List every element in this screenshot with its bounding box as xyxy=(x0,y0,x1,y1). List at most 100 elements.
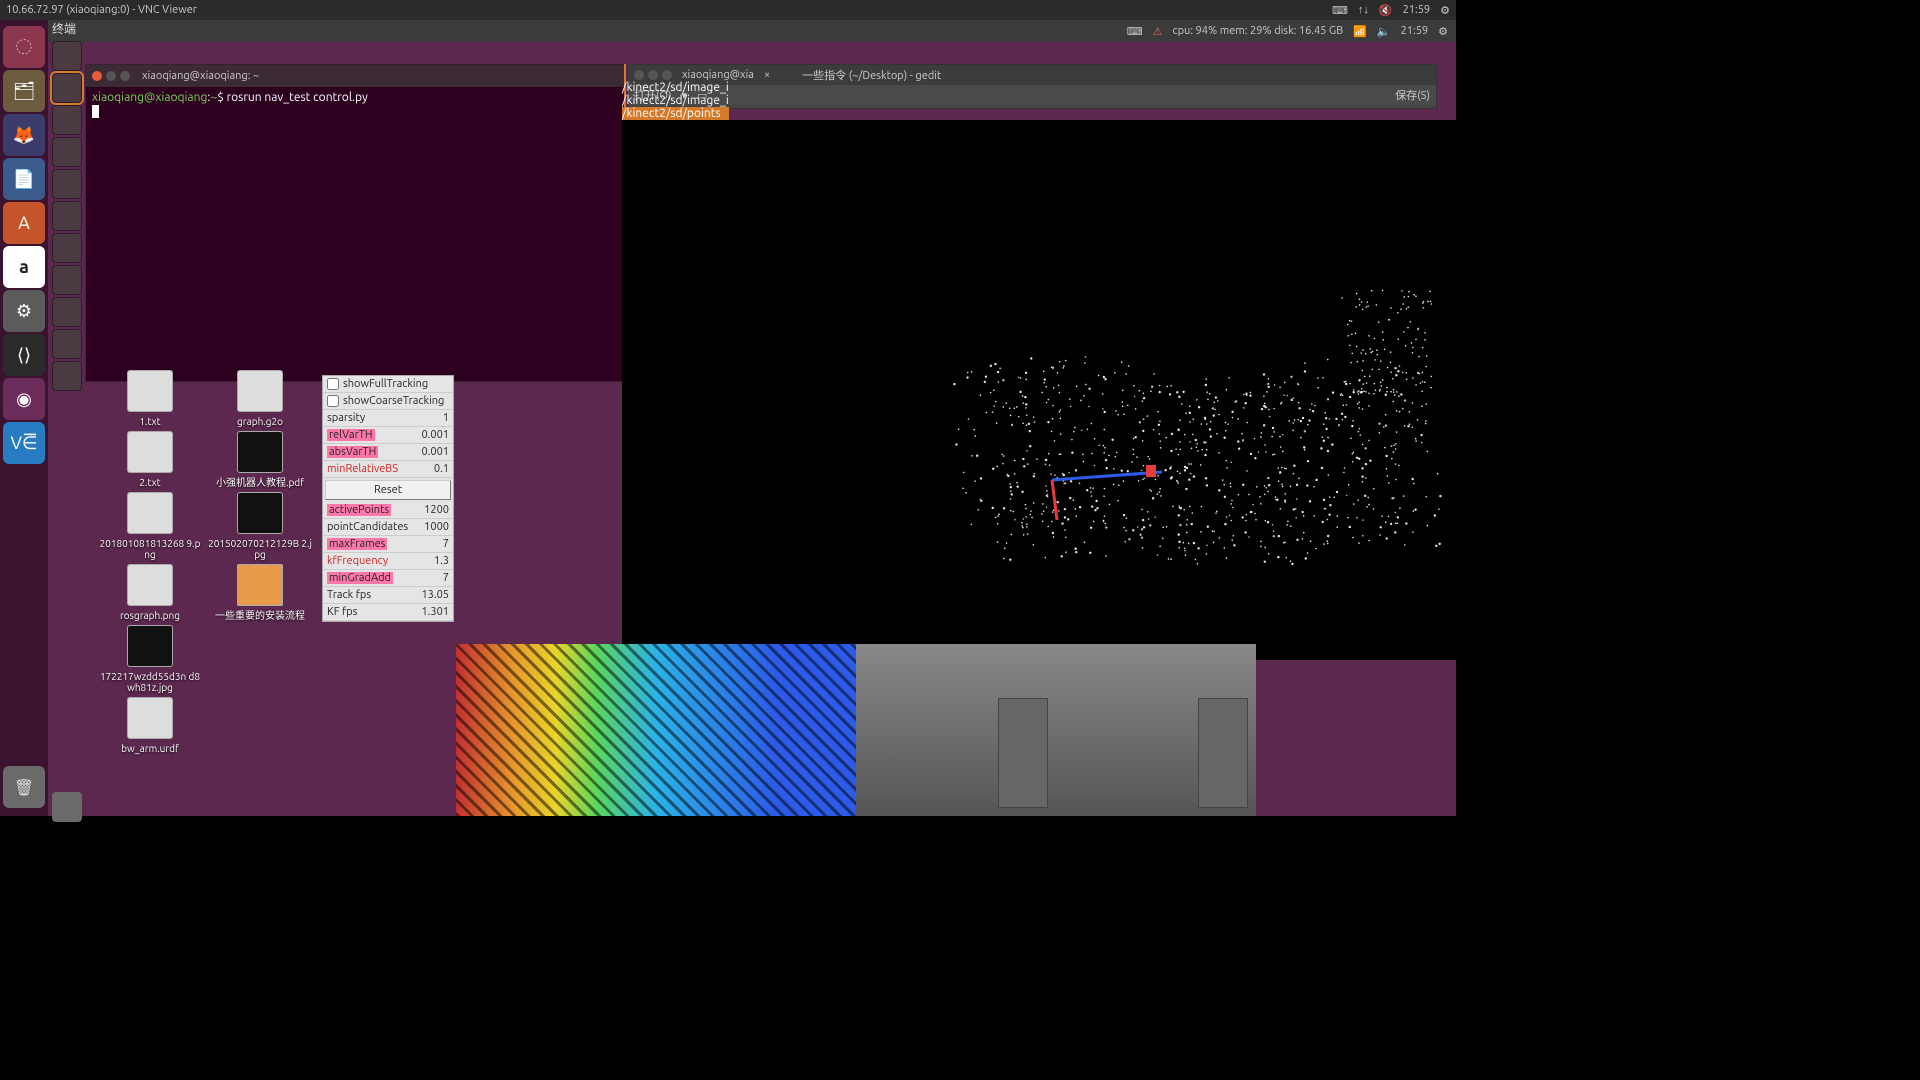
sec-files-icon[interactable] xyxy=(52,73,82,103)
sec-help-icon[interactable] xyxy=(52,329,82,359)
launcher-software-icon[interactable]: A xyxy=(3,202,45,244)
close-icon[interactable] xyxy=(92,71,102,81)
panel-clock: 21:59 xyxy=(1401,25,1429,38)
preview-strip xyxy=(456,644,1256,816)
dso-params-panel[interactable]: showFullTracking showCoarseTracking spar… xyxy=(322,375,454,622)
gedit-tab-close-icon[interactable]: × xyxy=(764,69,770,81)
topic-line: /kinect2/sd/image_i xyxy=(622,81,729,94)
terminal-window[interactable]: xiaoqiang@xiaoqiang: ~ xiaoqiang@xiaoqia… xyxy=(85,64,625,382)
pointcloud-svg xyxy=(622,120,1442,660)
launcher-files-icon[interactable]: 🗂 xyxy=(3,70,45,112)
desktop-file[interactable]: graph.g2o xyxy=(208,370,312,427)
desktop-file[interactable]: 1.txt xyxy=(98,370,202,427)
gedit-min-icon[interactable] xyxy=(648,70,658,80)
terminal-command: rosrun nav_test control.py xyxy=(227,91,368,104)
terminal-cursor xyxy=(92,105,99,118)
indicator-gear-icon[interactable]: ⚙ xyxy=(1438,25,1448,38)
gedit-close-icon[interactable] xyxy=(634,70,644,80)
indicator-volume-icon[interactable]: 🔈 xyxy=(1377,25,1391,38)
launcher-vnc-icon[interactable]: V⋶ xyxy=(3,422,45,464)
sec-search-icon[interactable] xyxy=(52,41,82,71)
axis-z xyxy=(1052,480,1057,520)
param-row[interactable]: minRelativeBS0.1 xyxy=(323,461,453,478)
checkbox[interactable] xyxy=(327,395,339,407)
maximize-icon[interactable] xyxy=(120,71,130,81)
gedit-toolbar: 打开(O) ▾ ▭ 保存(S) xyxy=(628,85,1436,105)
desktop-file[interactable]: 一些重要的安装流程 xyxy=(208,564,312,621)
axis-x xyxy=(1052,472,1162,480)
sec-screenshot-icon[interactable] xyxy=(52,265,82,295)
launcher-amazon-icon[interactable]: a xyxy=(3,246,45,288)
param-row[interactable]: kfFrequency1.3 xyxy=(323,553,453,570)
sec-chrome-icon[interactable] xyxy=(52,169,82,199)
network-icon: ↑↓ xyxy=(1358,4,1369,16)
top-panel: 终端 ⌨ ⚠ cpu: 94% mem: 29% disk: 16.45 GB … xyxy=(0,20,1456,42)
param-row[interactable]: relVarTH0.001 xyxy=(323,427,453,444)
desktop-icons: 1.txt2.txt201801081813268 9.pngrosgraph.… xyxy=(95,370,320,758)
minimize-icon[interactable] xyxy=(106,71,116,81)
param-row[interactable]: sparsity1 xyxy=(323,410,453,427)
checkbox[interactable] xyxy=(327,378,339,390)
indicator-warning-icon[interactable]: ⚠ xyxy=(1153,25,1163,38)
terminal-line: xiaoqiang@xiaoqiang:~$ rosrun nav_test c… xyxy=(92,91,618,104)
launcher-dash-icon[interactable]: ◌ xyxy=(3,26,45,68)
param-row[interactable]: absVarTH0.001 xyxy=(323,444,453,461)
vnc-title: 10.66.72.97 (xiaoqiang:0) - VNC Viewer xyxy=(6,4,197,16)
launcher-media-icon[interactable]: ◉ xyxy=(3,378,45,420)
launcher-firefox-icon[interactable]: 🦊 xyxy=(3,114,45,156)
desktop-file[interactable]: 201502070212129B 2.jpg xyxy=(208,492,312,560)
gedit-max-icon[interactable] xyxy=(662,70,672,80)
indicator-wifi-icon[interactable]: 📶 xyxy=(1353,25,1367,38)
stat-row: Track fps13.05 xyxy=(323,587,453,604)
active-app-menu[interactable]: 终端 xyxy=(52,20,76,37)
launcher-vscode-icon[interactable]: ⟨⟩ xyxy=(3,334,45,376)
terminal-titlebar[interactable]: xiaoqiang@xiaoqiang: ~ xyxy=(86,65,624,87)
launcher-settings-icon[interactable]: ⚙ xyxy=(3,290,45,332)
gedit-titlebar[interactable]: xiaoqiang@xia × 一些指令 (~/Desktop) - gedit xyxy=(628,65,1436,85)
param-row[interactable]: pointCandidates1000 xyxy=(323,519,453,536)
camera-marker xyxy=(1146,465,1156,477)
indicator-keyboard-icon[interactable]: ⌨ xyxy=(1127,25,1143,38)
param-row[interactable]: activePoints1200 xyxy=(323,502,453,519)
param-row[interactable]: minGradAdd7 xyxy=(323,570,453,587)
sec-term2-icon[interactable] xyxy=(52,233,82,263)
param-showcoarsetracking[interactable]: showCoarseTracking xyxy=(323,393,453,410)
keyboard-icon: ⌨ xyxy=(1332,4,1348,17)
terminal-title: xiaoqiang@xiaoqiang: ~ xyxy=(142,70,259,82)
terminal-body[interactable]: xiaoqiang@xiaoqiang:~$ rosrun nav_test c… xyxy=(86,87,624,381)
sec-editor-icon[interactable] xyxy=(52,297,82,327)
kinect-topic-list: /kinect2/sd/image_i /kinect2/sd/image_i … xyxy=(622,81,729,120)
gear-icon[interactable]: ⚙ xyxy=(1440,4,1450,17)
sec-trash-icon[interactable] xyxy=(52,792,82,822)
sec-device-icon[interactable] xyxy=(52,361,82,391)
desktop-file[interactable]: 小强机器人教程.pdf xyxy=(208,431,312,488)
vnc-titlebar: 10.66.72.97 (xiaoqiang:0) - VNC Viewer ⌨… xyxy=(0,0,1456,20)
stat-row: KF fps1.301 xyxy=(323,604,453,621)
reset-button[interactable]: Reset xyxy=(325,480,451,500)
launcher-trash-icon[interactable]: 🗑 xyxy=(3,766,45,808)
depth-visualization xyxy=(456,644,856,816)
prompt-user: xiaoqiang@xiaoqiang xyxy=(92,91,207,104)
topic-line: /kinect2/sd/image_i xyxy=(622,94,729,107)
desktop-file[interactable]: 201801081813268 9.png xyxy=(98,492,202,560)
desktop-file[interactable]: rosgraph.png xyxy=(98,564,202,621)
desktop-file[interactable]: bw_arm.urdf xyxy=(98,697,202,754)
param-row[interactable]: maxFrames7 xyxy=(323,536,453,553)
sec-terminal-icon[interactable] xyxy=(52,137,82,167)
gedit-tab-label[interactable]: xiaoqiang@xia xyxy=(682,69,754,81)
volume-icon: 🔇 xyxy=(1379,4,1393,17)
sec-tool-icon[interactable] xyxy=(52,201,82,231)
ubuntu-desktop: 终端 ⌨ ⚠ cpu: 94% mem: 29% disk: 16.45 GB … xyxy=(0,20,1456,816)
desktop-file[interactable]: 172217wzdd55d3n d8wh81z.jpg xyxy=(98,625,202,693)
secondary-launcher xyxy=(50,40,84,822)
param-showfulltracking[interactable]: showFullTracking xyxy=(323,376,453,393)
pointcloud-viewer[interactable] xyxy=(622,120,1456,660)
sec-app-icon[interactable] xyxy=(52,105,82,135)
desktop-file[interactable]: 2.txt xyxy=(98,431,202,488)
gedit-window[interactable]: xiaoqiang@xia × 一些指令 (~/Desktop) - gedit… xyxy=(627,64,1437,109)
grayscale-camera-right xyxy=(1056,644,1256,816)
gedit-title-text: 一些指令 (~/Desktop) - gedit xyxy=(802,67,941,83)
gedit-save-button[interactable]: 保存(S) xyxy=(1395,87,1430,103)
launcher-writer-icon[interactable]: 📄 xyxy=(3,158,45,200)
unity-launcher: ◌ 🗂 🦊 📄 A a ⚙ ⟨⟩ ◉ V⋶ 🗑 xyxy=(0,20,48,816)
